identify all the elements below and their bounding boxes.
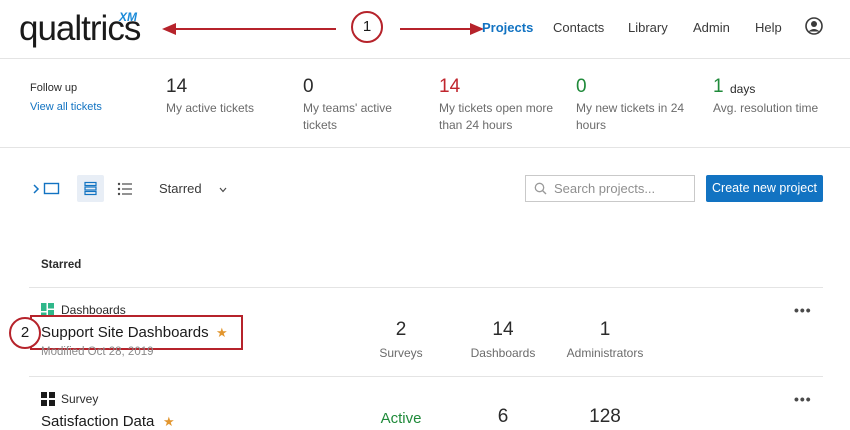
divider: [29, 287, 823, 288]
dashboards-count: 14: [492, 319, 514, 340]
nav-help[interactable]: Help: [755, 20, 782, 35]
user-avatar-icon[interactable]: [805, 17, 823, 35]
stat-value: 0: [576, 76, 587, 97]
divider: [29, 376, 823, 377]
stat-label: Avg. resolution time: [713, 101, 819, 115]
stat-value: 14: [439, 76, 461, 97]
stat-label: My teams' active tickets: [303, 101, 392, 132]
surveys-count: 2: [395, 319, 407, 340]
stat-value: 0: [303, 76, 314, 97]
follow-up-label: Follow up: [30, 82, 78, 94]
annotation-callout-2: 2: [9, 317, 41, 349]
stat-value: 14: [166, 76, 188, 97]
card-view-button[interactable]: [77, 175, 104, 202]
project-type: Survey: [61, 392, 99, 406]
annotation-arrows: [162, 23, 484, 35]
stat-label: My tickets open more than 24 hours: [439, 101, 554, 132]
stat-value: 1: [713, 76, 724, 97]
create-new-project-button[interactable]: Create new project: [706, 175, 823, 202]
administrators-label: Administrators: [566, 346, 644, 360]
stat-label: My active tickets: [166, 101, 255, 115]
star-icon[interactable]: ★: [163, 414, 175, 430]
filter-dropdown-label: Starred: [159, 181, 202, 196]
nav-contacts[interactable]: Contacts: [553, 20, 604, 35]
logo-xm-mark: XM: [119, 10, 137, 24]
search-icon: [534, 182, 547, 195]
list-view-icon[interactable]: [117, 182, 133, 196]
search-input[interactable]: [552, 180, 691, 197]
nav-library[interactable]: Library: [628, 20, 668, 35]
nav-projects[interactable]: Projects: [482, 20, 533, 35]
top-header: qualtrics XM 1 Projects Contacts Library…: [0, 0, 850, 59]
nav-admin[interactable]: Admin: [693, 20, 730, 35]
chevron-down-icon: [219, 187, 227, 192]
star-icon[interactable]: ★: [216, 325, 228, 341]
stat-label: My new tickets in 24 hours: [576, 101, 685, 132]
status-badge: Active: [380, 410, 422, 427]
filter-dropdown[interactable]: Starred: [159, 181, 227, 196]
more-options-icon[interactable]: •••: [794, 302, 812, 318]
search-projects[interactable]: [525, 175, 695, 202]
folder-toggle-icon[interactable]: [31, 182, 61, 196]
dashboards-label: Dashboards: [470, 346, 536, 360]
ticket-stats-bar: Follow up View all tickets 14 My active …: [0, 59, 850, 148]
project-name-link[interactable]: Satisfaction Data: [41, 413, 154, 430]
view-all-tickets-link[interactable]: View all tickets: [30, 101, 102, 113]
modified-date: Modified Oct 28, 2019: [41, 346, 154, 358]
survey-icon: [41, 392, 55, 406]
administrators-count: 1: [599, 319, 611, 340]
card-view-icon: [84, 181, 97, 196]
more-options-icon[interactable]: •••: [794, 391, 812, 407]
project-name-link[interactable]: Support Site Dashboards: [41, 324, 209, 341]
stat-unit: days: [730, 82, 756, 96]
annotation-callout-1: 1: [351, 11, 383, 43]
surveys-label: Surveys: [379, 346, 423, 360]
section-title: Starred: [41, 259, 82, 271]
